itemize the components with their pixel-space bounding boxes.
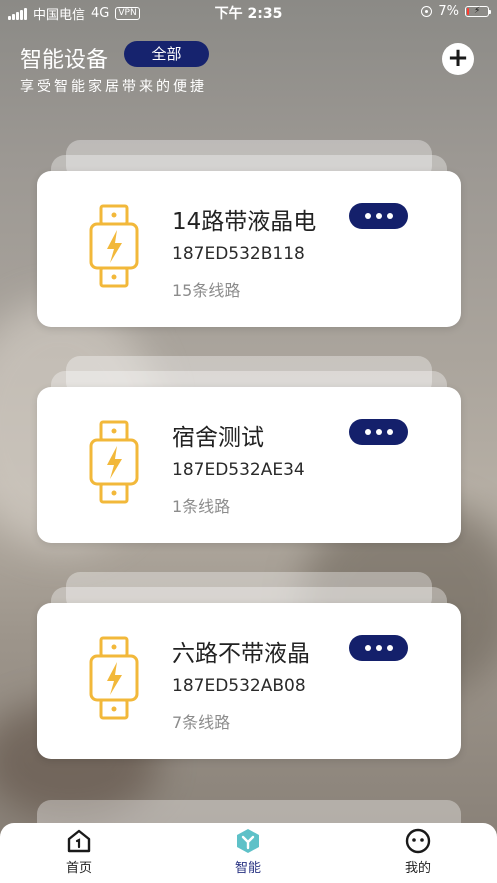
more-options-button[interactable] xyxy=(349,203,408,229)
dot-icon xyxy=(364,645,371,651)
bottom-tab-bar: 首页 智能 我的 xyxy=(0,823,497,883)
dot-icon xyxy=(386,645,393,651)
smiley-profile-icon xyxy=(405,828,431,854)
switch-device-icon xyxy=(89,420,139,504)
tab-label-mine: 我的 xyxy=(404,861,431,876)
dot-icon xyxy=(375,645,382,651)
device-card[interactable]: 14路带液晶电 187ED532B118 15条线路 xyxy=(37,171,461,327)
orientation-lock-icon xyxy=(421,6,433,17)
switch-device-icon xyxy=(89,204,139,288)
device-line-count: 15条线路 xyxy=(172,281,241,300)
smart-devices-screen: 中国电信 4G VPN 下午 2:35 7% ⚡ 智能设备 全部 享受智能家居带… xyxy=(0,0,497,883)
device-card[interactable]: 宿舍测试 187ED532AE34 1条线路 xyxy=(37,387,461,543)
page-title: 智能设备 xyxy=(20,48,109,73)
more-options-button[interactable] xyxy=(349,419,408,445)
battery-percent: 7% xyxy=(438,4,459,19)
home-icon xyxy=(67,829,91,853)
tab-home[interactable]: 首页 xyxy=(39,828,119,876)
dot-icon xyxy=(375,429,382,435)
tab-label-home: 首页 xyxy=(65,861,92,876)
status-bar: 中国电信 4G VPN 下午 2:35 7% ⚡ xyxy=(0,0,497,26)
dot-icon xyxy=(386,429,393,435)
smart-hexagon-icon xyxy=(237,829,259,853)
device-name: 14路带液晶电 xyxy=(172,209,317,235)
device-id: 187ED532B118 xyxy=(172,244,305,264)
more-options-button[interactable] xyxy=(349,635,408,661)
device-id: 187ED532AE34 xyxy=(172,460,305,480)
device-name: 宿舍测试 xyxy=(172,425,264,451)
device-line-count: 1条线路 xyxy=(172,497,231,516)
tab-smart[interactable]: 智能 xyxy=(208,828,288,876)
device-line-count: 7条线路 xyxy=(172,713,231,732)
device-id: 187ED532AB08 xyxy=(172,676,306,696)
device-name: 六路不带液晶 xyxy=(172,641,310,667)
dot-icon xyxy=(364,213,371,219)
device-card[interactable]: 六路不带液晶 187ED532AB08 7条线路 xyxy=(37,603,461,759)
battery-icon: ⚡ xyxy=(465,6,491,17)
tab-label-smart: 智能 xyxy=(234,861,261,876)
dot-icon xyxy=(364,429,371,435)
switch-device-icon xyxy=(89,636,139,720)
dot-icon xyxy=(386,213,393,219)
dot-icon xyxy=(375,213,382,219)
page-subtitle: 享受智能家居带来的便捷 xyxy=(20,79,207,95)
add-device-button[interactable]: + xyxy=(442,43,474,75)
tab-mine[interactable]: 我的 xyxy=(378,828,458,876)
filter-chip-all[interactable]: 全部 xyxy=(124,41,209,67)
